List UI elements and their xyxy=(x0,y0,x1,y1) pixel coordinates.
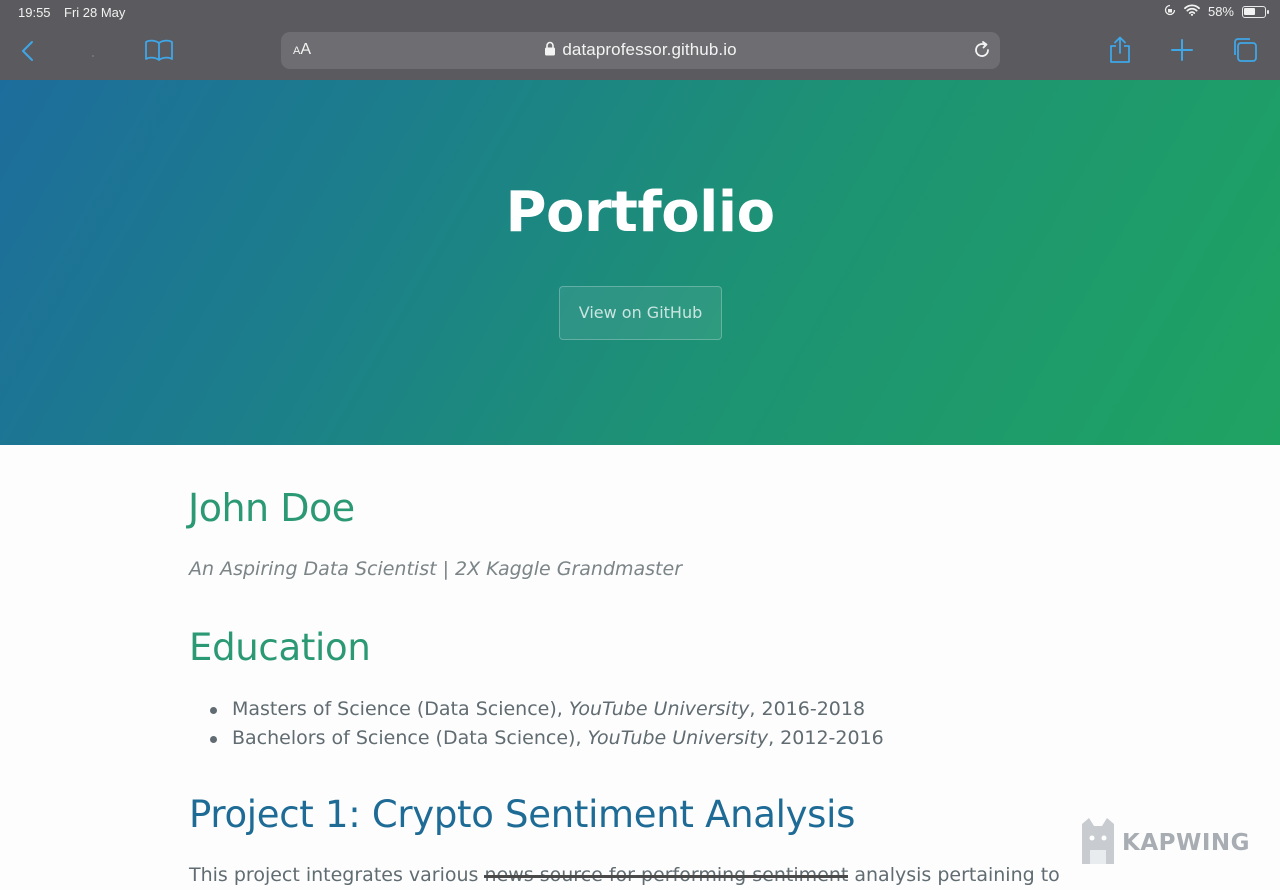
status-time: 19:55 xyxy=(18,5,51,20)
status-right: 58% xyxy=(1164,4,1269,19)
reload-icon[interactable] xyxy=(972,40,992,64)
url-display[interactable]: dataprofessor.github.io xyxy=(281,40,1000,61)
back-icon[interactable] xyxy=(20,39,36,67)
project-heading: Project 1: Crypto Sentiment Analysis xyxy=(189,793,856,836)
hero-banner: Portfolio View on GitHub xyxy=(0,80,1280,445)
page-title: Portfolio xyxy=(505,180,775,245)
education-list: Masters of Science (Data Science), YouTu… xyxy=(189,695,884,753)
address-bar[interactable]: AA dataprofessor.github.io xyxy=(281,32,1000,69)
school-name: YouTube University xyxy=(568,698,750,720)
forward-icon[interactable] xyxy=(86,46,100,65)
watermark-label: KAPWING xyxy=(1122,830,1251,856)
status-bar: 19:55 Fri 28 May 58% xyxy=(0,0,1280,26)
education-item: Bachelors of Science (Data Science), You… xyxy=(189,724,884,753)
degree: Masters of Science (Data Science), xyxy=(232,698,569,720)
orientation-lock-icon xyxy=(1164,4,1176,19)
degree-years: , 2016-2018 xyxy=(749,698,866,720)
share-icon[interactable] xyxy=(1108,36,1132,68)
kapwing-logo-icon xyxy=(1080,818,1116,868)
project-text-end: analysis pertaining to xyxy=(848,864,1060,886)
school-name: YouTube University xyxy=(587,727,769,749)
bookmarks-icon[interactable] xyxy=(144,38,174,66)
project-text-start: This project integrates various xyxy=(189,864,485,886)
battery-fill xyxy=(1244,7,1256,15)
view-on-github-button[interactable]: View on GitHub xyxy=(559,286,722,340)
battery-icon xyxy=(1242,5,1269,18)
battery-percent: 58% xyxy=(1207,4,1234,19)
education-heading: Education xyxy=(189,626,371,669)
degree: Bachelors of Science (Data Science), xyxy=(232,727,588,749)
lock-icon xyxy=(544,41,556,61)
profile-name: John Doe xyxy=(188,486,355,530)
project-text-struck: news source for performing sentiment xyxy=(484,864,849,886)
wifi-icon xyxy=(1184,4,1200,19)
browser-toolbar: AA dataprofessor.github.io xyxy=(0,26,1280,80)
kapwing-watermark: KAPWING xyxy=(1080,818,1250,868)
profile-tagline: An Aspiring Data Scientist | 2X Kaggle G… xyxy=(189,558,683,580)
tabs-icon[interactable] xyxy=(1232,37,1258,67)
new-tab-icon[interactable] xyxy=(1171,39,1193,65)
url-text: dataprofessor.github.io xyxy=(562,40,737,59)
project-description: This project integrates various news sou… xyxy=(189,864,1060,886)
status-date: Fri 28 May xyxy=(64,5,126,20)
degree-years: , 2012-2016 xyxy=(768,727,884,749)
education-item: Masters of Science (Data Science), YouTu… xyxy=(189,695,884,724)
